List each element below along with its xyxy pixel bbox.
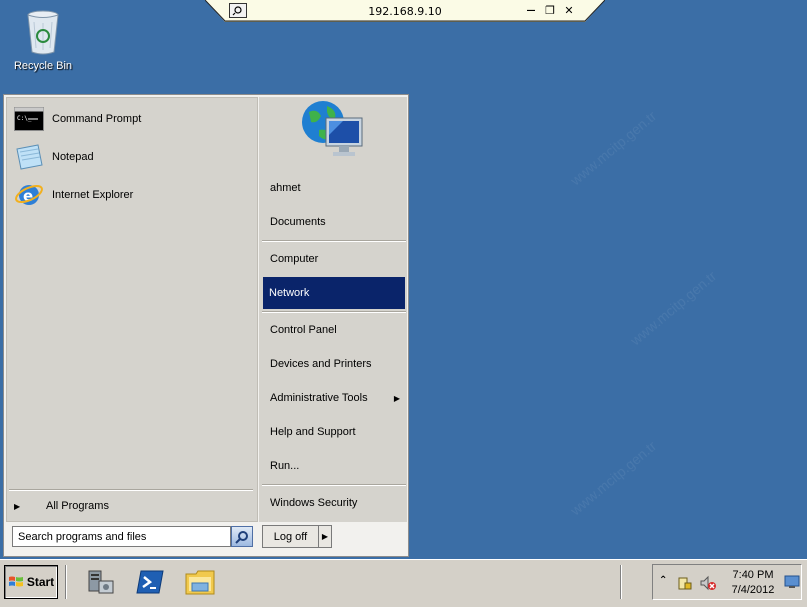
submenu-arrow-icon: ▶ xyxy=(393,393,400,403)
notification-area: ⌃ 7:40 PM 7/4/2012 xyxy=(652,564,802,600)
start-button[interactable]: Start xyxy=(4,565,58,599)
clock-time: 7:40 PM xyxy=(732,569,774,581)
program-label: Command Prompt xyxy=(52,113,142,125)
menu-item-computer[interactable]: Computer xyxy=(264,243,406,275)
speaker-muted-icon[interactable] xyxy=(699,575,717,591)
program-notepad[interactable]: Notepad xyxy=(14,141,244,173)
start-label: Start xyxy=(26,575,55,589)
show-hidden-icons-icon[interactable]: ⌃ xyxy=(659,575,667,586)
menu-item-label: ahmet xyxy=(270,182,301,194)
menu-item-documents[interactable]: Documents xyxy=(264,206,406,238)
network-globe-icon xyxy=(302,101,363,156)
menu-item-label: Documents xyxy=(270,216,326,228)
windows-explorer-icon[interactable] xyxy=(184,566,216,598)
pin-icon[interactable] xyxy=(229,3,247,18)
notepad-icon xyxy=(14,142,44,172)
all-programs-button[interactable]: ▶ All Programs xyxy=(14,497,244,515)
menu-item-label: Run... xyxy=(270,460,300,472)
search-button[interactable] xyxy=(231,526,253,547)
taskbar-divider xyxy=(620,565,622,599)
server-manager-icon[interactable] xyxy=(84,566,116,598)
search-icon xyxy=(235,530,248,544)
program-label: Notepad xyxy=(52,151,94,163)
remote-host-title: 192.168.9.10 xyxy=(368,5,442,18)
triangle-right-icon: ▶ xyxy=(14,501,21,511)
clock-date: 7/4/2012 xyxy=(731,584,775,596)
remote-connection-bar: 192.168.9.10 — ❐ ✕ xyxy=(205,0,605,22)
menu-item-help-support[interactable]: Help and Support xyxy=(264,416,406,448)
internet-explorer-icon: e xyxy=(14,180,44,210)
menu-item-run[interactable]: Run... xyxy=(264,450,406,482)
user-picture[interactable] xyxy=(299,98,369,164)
menu-item-label: Network xyxy=(269,287,310,299)
menu-item-label: Devices and Printers xyxy=(270,358,372,370)
menu-item-control-panel[interactable]: Control Panel xyxy=(264,314,406,346)
close-button[interactable]: ✕ xyxy=(561,3,577,18)
divider xyxy=(9,489,253,491)
minimize-icon: — xyxy=(526,5,536,16)
menu-item-label: Control Panel xyxy=(270,324,337,336)
command-prompt-icon: C:\_ xyxy=(14,104,44,134)
divider xyxy=(262,240,406,242)
logoff-label: Log off xyxy=(263,526,319,547)
all-programs-label: All Programs xyxy=(46,500,109,512)
clock[interactable]: 7:40 PM 7/4/2012 xyxy=(725,568,781,598)
action-center-icon[interactable] xyxy=(677,575,693,591)
restore-button[interactable]: ❐ xyxy=(542,3,558,18)
recycle-bin-label: Recycle Bin xyxy=(13,60,73,72)
show-desktop-icon[interactable] xyxy=(784,575,800,589)
logoff-options-arrow-icon[interactable]: ▶ xyxy=(319,532,331,541)
menu-item-label: Windows Security xyxy=(270,497,358,509)
program-command-prompt[interactable]: C:\_ Command Prompt xyxy=(14,103,244,135)
menu-item-windows-security[interactable]: Windows Security xyxy=(264,487,406,519)
menu-item-devices-printers[interactable]: Devices and Printers xyxy=(264,348,406,380)
restore-icon: ❐ xyxy=(545,4,555,17)
menu-item-label: Administrative Tools xyxy=(270,392,368,404)
close-icon: ✕ xyxy=(564,4,574,17)
program-internet-explorer[interactable]: e Internet Explorer xyxy=(14,179,244,211)
windows-flag-icon xyxy=(8,576,23,587)
powershell-icon[interactable] xyxy=(134,566,166,598)
logoff-button[interactable]: Log off ▶ xyxy=(262,525,332,548)
minimize-button[interactable]: — xyxy=(523,3,539,18)
divider xyxy=(262,311,406,313)
menu-item-network[interactable]: Network xyxy=(263,277,405,309)
taskbar-divider xyxy=(65,565,67,599)
divider xyxy=(262,484,406,486)
menu-item-user-folder[interactable]: ahmet xyxy=(264,172,406,204)
program-label: Internet Explorer xyxy=(52,189,134,201)
recycle-bin-icon xyxy=(27,10,59,55)
menu-item-administrative-tools[interactable]: Administrative Tools ▶ xyxy=(264,382,406,414)
search-input[interactable] xyxy=(12,526,231,547)
recycle-bin-shortcut[interactable]: Recycle Bin xyxy=(10,8,76,72)
taskbar: Start ⌃ 7:40 PM 7/4/2012 xyxy=(0,559,807,607)
menu-item-label: Computer xyxy=(270,253,319,265)
menu-item-label: Help and Support xyxy=(270,426,356,438)
